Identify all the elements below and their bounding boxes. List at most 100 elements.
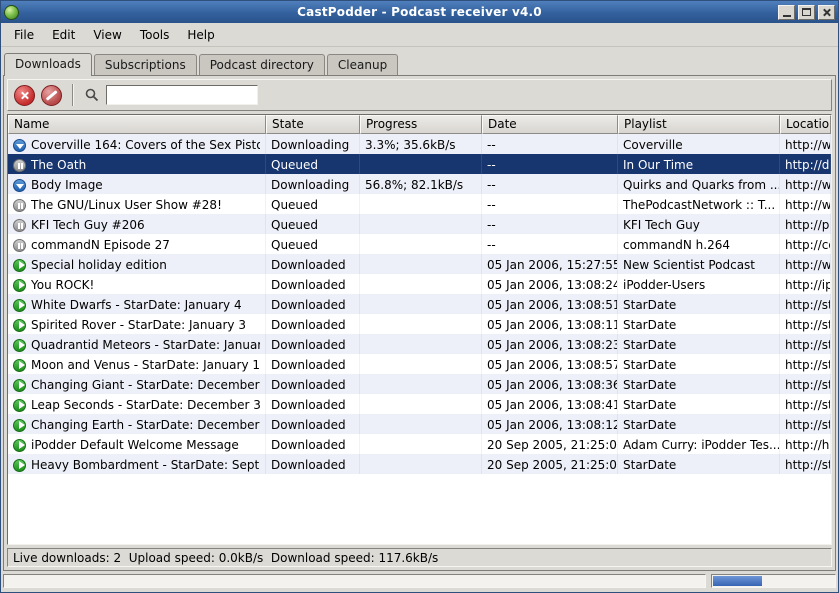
cell-state: Queued xyxy=(266,194,360,214)
menu-help[interactable]: Help xyxy=(178,25,223,45)
table-row[interactable]: Changing Giant - StarDate: December ...D… xyxy=(8,374,831,394)
menu-tools[interactable]: Tools xyxy=(131,25,179,45)
tab-downloads[interactable]: Downloads xyxy=(4,53,92,76)
downloading-status-icon xyxy=(13,139,26,152)
cell-state: Downloaded xyxy=(266,294,360,314)
tab-cleanup[interactable]: Cleanup xyxy=(327,54,398,75)
cell-state: Downloaded xyxy=(266,334,360,354)
cell-playlist: StarDate xyxy=(618,334,780,354)
episode-title: Body Image xyxy=(31,178,103,192)
downloaded-status-icon xyxy=(13,259,26,272)
table-body: Coverville 164: Covers of the Sex Pistol… xyxy=(8,134,831,544)
cell-name: The GNU/Linux User Show #28! xyxy=(8,194,266,214)
cell-progress xyxy=(360,294,482,314)
cell-playlist: StarDate xyxy=(618,414,780,434)
table-row[interactable]: Changing Earth - StarDate: December ...D… xyxy=(8,414,831,434)
cell-playlist: KFI Tech Guy xyxy=(618,214,780,234)
cell-location: http://stard xyxy=(780,374,831,394)
app-window: CastPodder - Podcast receiver v4.0 File … xyxy=(0,0,839,593)
column-header-state[interactable]: State xyxy=(266,115,360,134)
remove-download-button[interactable] xyxy=(41,85,62,106)
cell-name: iPodder Default Welcome Message xyxy=(8,434,266,454)
cell-location: http://www. xyxy=(780,134,831,154)
search-input[interactable] xyxy=(106,85,258,105)
cell-progress xyxy=(360,354,482,374)
cell-state: Queued xyxy=(266,154,360,174)
maximize-button[interactable] xyxy=(798,5,815,20)
cell-state: Queued xyxy=(266,234,360,254)
table-row[interactable]: Body ImageDownloading56.8%; 82.1kB/s--Qu… xyxy=(8,174,831,194)
cell-progress xyxy=(360,414,482,434)
episode-title: You ROCK! xyxy=(31,278,94,292)
cell-playlist: StarDate xyxy=(618,394,780,414)
menu-file[interactable]: File xyxy=(5,25,43,45)
footer-download-progressbar xyxy=(711,574,836,588)
cell-state: Downloaded xyxy=(266,314,360,334)
table-row[interactable]: Heavy Bombardment - StarDate: Sept...Dow… xyxy=(8,454,831,474)
column-header-playlist[interactable]: Playlist xyxy=(618,115,780,134)
cell-date: -- xyxy=(482,234,618,254)
table-row[interactable]: The OathQueued--In Our Timehttp://down xyxy=(8,154,831,174)
cell-progress xyxy=(360,254,482,274)
cell-progress xyxy=(360,334,482,354)
menu-edit[interactable]: Edit xyxy=(43,25,84,45)
queued-status-icon xyxy=(13,159,26,172)
episode-title: commandN Episode 27 xyxy=(31,238,170,252)
episode-title: White Dwarfs - StarDate: January 4 xyxy=(31,298,242,312)
column-header-progress[interactable]: Progress xyxy=(360,115,482,134)
cell-name: Changing Giant - StarDate: December ... xyxy=(8,374,266,394)
column-header-date[interactable]: Date xyxy=(482,115,618,134)
title-bar[interactable]: CastPodder - Podcast receiver v4.0 xyxy=(1,1,838,23)
cell-playlist: New Scientist Podcast xyxy=(618,254,780,274)
cell-name: Quadrantid Meteors - StarDate: Januar... xyxy=(8,334,266,354)
downloaded-status-icon xyxy=(13,359,26,372)
cell-progress xyxy=(360,154,482,174)
tab-subscriptions[interactable]: Subscriptions xyxy=(94,54,197,75)
stop-download-button[interactable] xyxy=(14,85,35,106)
cell-playlist: Adam Curry: iPodder Tes... xyxy=(618,434,780,454)
table-row[interactable]: Coverville 164: Covers of the Sex Pistol… xyxy=(8,134,831,154)
table-row[interactable]: iPodder Default Welcome MessageDownloade… xyxy=(8,434,831,454)
episode-title: Leap Seconds - StarDate: December 30 xyxy=(31,398,260,412)
table-row[interactable]: Leap Seconds - StarDate: December 30Down… xyxy=(8,394,831,414)
cell-name: White Dwarfs - StarDate: January 4 xyxy=(8,294,266,314)
table-row[interactable]: Quadrantid Meteors - StarDate: Januar...… xyxy=(8,334,831,354)
app-logo-icon xyxy=(4,5,19,20)
cell-progress xyxy=(360,394,482,414)
cell-state: Downloaded xyxy=(266,414,360,434)
column-header-name[interactable]: Name xyxy=(8,115,266,134)
cell-date: 05 Jan 2006, 13:08:12 xyxy=(482,414,618,434)
table-row[interactable]: Spirited Rover - StarDate: January 3Down… xyxy=(8,314,831,334)
cell-date: 20 Sep 2005, 21:25:01 xyxy=(482,454,618,474)
minimize-button[interactable] xyxy=(778,5,795,20)
table-header: Name State Progress Date Playlist Locati… xyxy=(8,115,831,134)
table-row[interactable]: You ROCK!Downloaded05 Jan 2006, 13:08:24… xyxy=(8,274,831,294)
table-row[interactable]: commandN Episode 27 Queued --commandN h.26… xyxy=(8,234,831,254)
downloads-table: Name State Progress Date Playlist Locati… xyxy=(7,114,832,545)
maximize-icon xyxy=(802,8,811,16)
cell-playlist: commandN h.264 xyxy=(618,234,780,254)
cell-name: Leap Seconds - StarDate: December 30 xyxy=(8,394,266,414)
column-header-location[interactable]: Location xyxy=(780,115,831,134)
table-row[interactable]: The GNU/Linux User Show #28!Queued--TheP… xyxy=(8,194,831,214)
table-row[interactable]: Moon and Venus - StarDate: January 1Down… xyxy=(8,354,831,374)
close-button[interactable] xyxy=(818,5,835,20)
tab-podcast-directory[interactable]: Podcast directory xyxy=(199,54,325,75)
downloading-status-icon xyxy=(13,179,26,192)
cell-name: Special holiday edition xyxy=(8,254,266,274)
queued-status-icon xyxy=(13,239,26,252)
downloads-panel: Name State Progress Date Playlist Locati… xyxy=(3,75,836,571)
cell-progress: 3.3%; 35.6kB/s xyxy=(360,134,482,154)
cell-location: http://podc xyxy=(780,214,831,234)
cell-date: 05 Jan 2006, 13:08:51 xyxy=(482,294,618,314)
episode-title: Special holiday edition xyxy=(31,258,167,272)
downloaded-status-icon xyxy=(13,279,26,292)
table-row[interactable]: Special holiday editionDownloaded05 Jan … xyxy=(8,254,831,274)
cell-state: Downloaded xyxy=(266,454,360,474)
menu-view[interactable]: View xyxy=(84,25,130,45)
cell-playlist: iPodder-Users xyxy=(618,274,780,294)
table-row[interactable]: KFI Tech Guy #206Queued--KFI Tech Guyhtt… xyxy=(8,214,831,234)
cell-location: http://stard xyxy=(780,294,831,314)
tab-strip: Downloads Subscriptions Podcast director… xyxy=(1,47,838,75)
table-row[interactable]: White Dwarfs - StarDate: January 4 Downlo… xyxy=(8,294,831,314)
